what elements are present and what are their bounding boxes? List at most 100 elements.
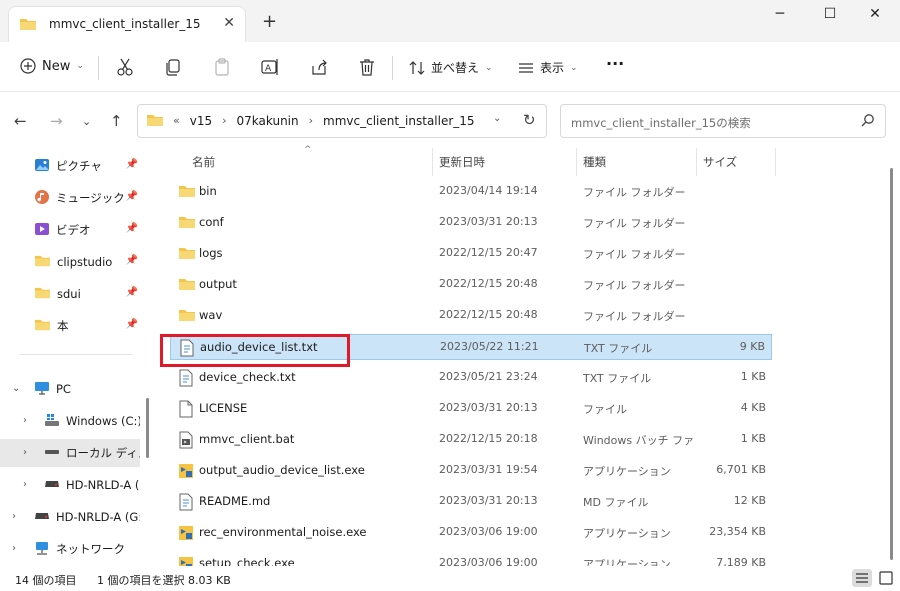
sidebar-item-label: ビデオ bbox=[56, 223, 91, 237]
file-row[interactable]: output_audio_device_list.exe 2023/03/31 1… bbox=[170, 458, 772, 484]
sidebar-item-hd-nrld-sub[interactable]: › HD-NRLD-A (G: bbox=[0, 471, 140, 499]
tiles-view-button[interactable] bbox=[876, 569, 896, 587]
search-input[interactable]: mmvc_client_installer_15の検索 bbox=[571, 115, 751, 131]
sidebar-item-videos[interactable]: ビデオ 📌 bbox=[0, 216, 140, 244]
sidebar-scrollbar[interactable] bbox=[146, 398, 149, 458]
file-type: ファイル フォルダー bbox=[583, 279, 686, 292]
pictures-icon bbox=[34, 157, 50, 176]
chevron-right-icon[interactable]: › bbox=[12, 543, 16, 554]
minimize-button[interactable]: ─ bbox=[765, 6, 795, 22]
file-list-scrollbar[interactable] bbox=[890, 168, 893, 560]
sidebar-item-sdui[interactable]: sdui 📌 bbox=[0, 280, 140, 308]
sidebar-item-windows-c[interactable]: › Windows (C:) bbox=[0, 407, 140, 435]
file-row[interactable]: LICENSE 2023/03/31 20:13 ファイル 4 KB bbox=[170, 396, 772, 422]
breadcrumb-overflow[interactable]: « bbox=[173, 114, 180, 128]
tiles-view-icon bbox=[879, 571, 893, 585]
file-row[interactable]: rec_environmental_noise.exe 2023/03/06 19… bbox=[170, 520, 772, 546]
breadcrumb-item[interactable]: 07kakunin bbox=[237, 114, 299, 128]
file-size: 23,354 KB bbox=[709, 525, 766, 538]
file-date: 2022/12/15 20:48 bbox=[439, 277, 538, 290]
address-bar[interactable]: « v15 › 07kakunin › mmvc_client_installe… bbox=[137, 104, 547, 138]
column-header-type[interactable]: 種類 bbox=[583, 154, 606, 170]
copy-icon[interactable] bbox=[163, 57, 185, 79]
delete-icon[interactable] bbox=[357, 57, 379, 79]
breadcrumb-item[interactable]: v15 bbox=[190, 114, 212, 128]
sidebar-item-local-disk[interactable]: › ローカル ディスク bbox=[0, 439, 140, 467]
file-date: 2023/03/31 20:13 bbox=[439, 494, 538, 507]
column-divider[interactable] bbox=[775, 148, 776, 176]
file-type: ファイル bbox=[583, 403, 627, 416]
back-arrow-icon[interactable]: ← bbox=[14, 112, 27, 130]
file-row[interactable]: bin 2023/04/14 19:14 ファイル フォルダー bbox=[170, 179, 772, 205]
tab-close-icon[interactable]: ✕ bbox=[223, 15, 235, 31]
column-divider[interactable] bbox=[696, 148, 697, 176]
breadcrumb-item[interactable]: mmvc_client_installer_15 bbox=[323, 114, 475, 128]
file-row[interactable]: mmvc_client.bat 2022/12/15 20:18 Windows バ… bbox=[170, 427, 772, 453]
sidebar-item-hd-nrld[interactable]: › HD-NRLD-A (G: bbox=[0, 503, 140, 531]
sidebar-item-book[interactable]: 本 📌 bbox=[0, 312, 140, 340]
svg-text:A: A bbox=[265, 64, 272, 74]
new-button[interactable]: New ⌄ bbox=[20, 58, 84, 74]
file-name: bin bbox=[199, 184, 217, 198]
chevron-right-icon[interactable]: › bbox=[23, 479, 27, 490]
rename-icon[interactable]: A bbox=[260, 57, 282, 79]
recent-chevron-icon[interactable]: ⌄ bbox=[82, 115, 91, 128]
file-row[interactable]: logs 2022/12/15 20:47 ファイル フォルダー bbox=[170, 241, 772, 267]
cut-icon[interactable] bbox=[115, 57, 137, 79]
folder-icon bbox=[178, 276, 196, 295]
column-header-name[interactable]: 名前 bbox=[192, 154, 215, 170]
file-row[interactable]: output 2022/12/15 20:48 ファイル フォルダー bbox=[170, 272, 772, 298]
maximize-button[interactable]: ☐ bbox=[815, 6, 845, 22]
file-row[interactable]: device_check.txt 2023/05/21 23:24 TXT ファイル… bbox=[170, 365, 772, 391]
up-arrow-icon[interactable]: ↑ bbox=[110, 112, 123, 130]
sidebar-item-label: sdui bbox=[57, 287, 81, 301]
details-view-button[interactable] bbox=[852, 569, 872, 587]
chevron-right-icon[interactable]: › bbox=[222, 114, 226, 128]
sidebar-item-music[interactable]: ミュージック 📌 bbox=[0, 184, 140, 212]
file-row[interactable]: README.md 2023/03/31 20:13 MD ファイル 12 KB bbox=[170, 489, 772, 515]
new-tab-button[interactable]: + bbox=[262, 11, 277, 32]
more-icon: ··· bbox=[606, 54, 625, 73]
sidebar-item-label: HD-NRLD-A (G: bbox=[66, 478, 140, 492]
file-date: 2023/04/14 19:14 bbox=[439, 184, 538, 197]
chevron-right-icon[interactable]: › bbox=[309, 114, 313, 128]
refresh-icon[interactable]: ↻ bbox=[523, 111, 536, 129]
file-date: 2023/03/31 20:13 bbox=[439, 215, 538, 228]
chevron-right-icon[interactable]: › bbox=[23, 447, 27, 458]
search-icon[interactable] bbox=[861, 113, 875, 130]
close-button[interactable]: ✕ bbox=[860, 6, 890, 22]
share-icon[interactable] bbox=[309, 57, 331, 79]
address-dropdown-icon[interactable]: ⌄ bbox=[493, 113, 501, 124]
column-divider[interactable] bbox=[432, 148, 433, 176]
sort-button[interactable]: 並べ替え ⌄ bbox=[409, 59, 493, 76]
chevron-right-icon[interactable]: › bbox=[23, 415, 27, 426]
paste-icon[interactable] bbox=[212, 57, 234, 79]
file-type: TXT ファイル bbox=[584, 342, 653, 355]
chevron-right-icon[interactable]: › bbox=[12, 511, 16, 522]
folder-icon bbox=[178, 183, 196, 202]
file-row[interactable]: conf 2023/03/31 20:13 ファイル フォルダー bbox=[170, 210, 772, 236]
file-row[interactable]: wav 2022/12/15 20:48 ファイル フォルダー bbox=[170, 303, 772, 329]
view-button[interactable]: 表示 ⌄ bbox=[518, 59, 578, 76]
text-file-icon bbox=[178, 369, 194, 390]
sidebar-item-pc[interactable]: ⌄ PC bbox=[0, 375, 140, 403]
tab-current[interactable]: mmvc_client_installer_15 ✕ bbox=[8, 6, 246, 42]
chevron-down-icon[interactable]: ⌄ bbox=[12, 383, 20, 394]
column-divider[interactable] bbox=[576, 148, 577, 176]
sidebar-item-clipstudio[interactable]: clipstudio 📌 bbox=[0, 248, 140, 276]
column-header-date[interactable]: 更新日時 bbox=[439, 154, 485, 170]
windows-drive-icon bbox=[44, 413, 60, 430]
title-bar: mmvc_client_installer_15 ✕ + ─ ☐ ✕ bbox=[0, 0, 900, 42]
sort-label: 並べ替え bbox=[431, 61, 480, 75]
search-box[interactable]: mmvc_client_installer_15の検索 bbox=[560, 104, 886, 138]
blank-file-icon bbox=[178, 400, 194, 421]
file-size: 12 KB bbox=[733, 494, 766, 507]
forward-arrow-icon[interactable]: → bbox=[50, 112, 63, 130]
sidebar-item-network[interactable]: › ネットワーク bbox=[0, 535, 140, 563]
sidebar-item-pictures[interactable]: ピクチャ 📌 bbox=[0, 152, 140, 180]
file-size: 1 KB bbox=[740, 370, 766, 383]
pin-icon: 📌 bbox=[125, 223, 138, 234]
more-button[interactable]: ··· bbox=[606, 54, 624, 73]
sidebar-item-label: ネットワーク bbox=[56, 542, 125, 556]
column-header-size[interactable]: サイズ bbox=[703, 154, 737, 170]
